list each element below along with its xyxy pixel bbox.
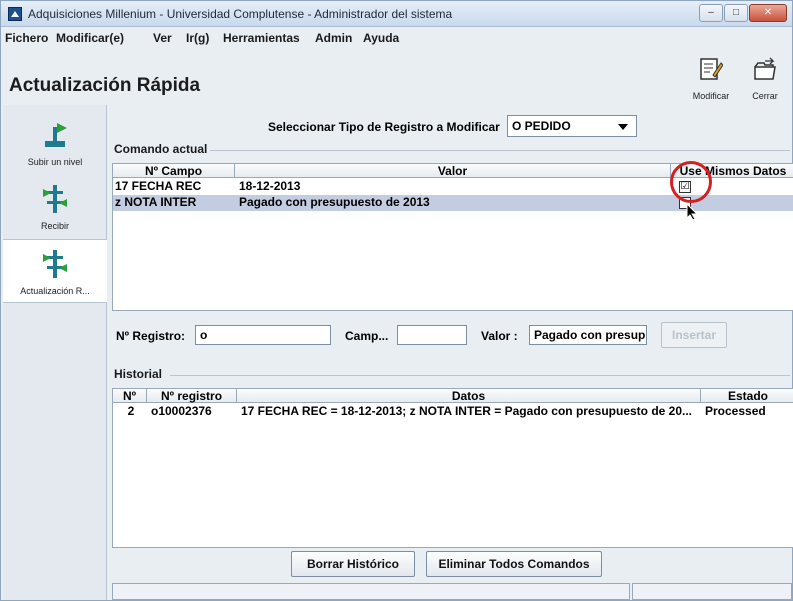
status-cell: Processed (705, 404, 766, 418)
maximize-button[interactable]: □ (724, 4, 748, 22)
menu-ayuda[interactable]: Ayuda (363, 31, 399, 45)
value-input[interactable]: Pagado con presup (529, 325, 647, 345)
sidebar-item-up-level[interactable]: Subir un nivel (3, 111, 107, 175)
delete-all-commands-button[interactable]: Eliminar Todos Comandos (426, 551, 602, 577)
highlight-circle (670, 161, 712, 203)
section-divider (210, 150, 790, 151)
section-divider (170, 375, 790, 376)
up-level-icon (45, 123, 67, 147)
field-cell: z NOTA INTER (115, 195, 197, 209)
close-window-button[interactable]: ✕ (749, 4, 787, 22)
menu-bar: Fichero Modificar(e) Ver Ir(g) Herramien… (1, 28, 792, 48)
column-header-num[interactable]: Nº (113, 389, 147, 403)
clear-history-button[interactable]: Borrar Histórico (291, 551, 415, 577)
column-header-data[interactable]: Datos (237, 389, 701, 403)
field-cell: 17 FECHA REC (115, 179, 202, 193)
page-title: Actualización Rápida (9, 75, 201, 96)
record-type-label: Seleccionar Tipo de Registro a Modificar (268, 120, 500, 134)
receive-icon (43, 185, 67, 213)
app-logo-icon (8, 7, 22, 21)
insert-button[interactable]: Insertar (661, 322, 727, 348)
column-header-field[interactable]: Nº Campo (113, 164, 235, 178)
chevron-down-icon (618, 124, 628, 130)
status-panel-right (632, 583, 792, 600)
value-cell: Pagado con presupuesto de 2013 (239, 195, 430, 209)
sidebar-item-label: Actualización R... (20, 286, 90, 296)
record-number-input[interactable]: o (195, 325, 331, 345)
title-bar: Adquisiciones Millenium - Universidad Co… (1, 1, 792, 27)
history-title: Historial (114, 367, 163, 381)
column-header-status[interactable]: Estado (701, 389, 793, 403)
current-command-title: Comando actual (114, 142, 208, 156)
menu-ir[interactable]: Ir(g) (186, 31, 209, 45)
menu-modificar[interactable]: Modificar(e) (56, 31, 124, 45)
column-header-record[interactable]: Nº registro (147, 389, 237, 403)
menu-admin[interactable]: Admin (315, 31, 352, 45)
app-window: Adquisiciones Millenium - Universidad Co… (0, 0, 793, 601)
sidebar-item-receive[interactable]: Recibir (3, 175, 107, 239)
sidebar-item-label: Subir un nivel (27, 157, 83, 167)
modify-label: Modificar (692, 91, 730, 101)
mouse-cursor-icon (686, 203, 698, 221)
data-cell: 17 FECHA REC = 18-12-2013; z NOTA INTER … (241, 404, 693, 418)
history-table: Nº Nº registro Datos Estado 2 o10002376 … (112, 388, 793, 548)
table-row[interactable]: 2 o10002376 17 FECHA REC = 18-12-2013; z… (113, 404, 793, 420)
num-cell: 2 (127, 404, 135, 418)
value-cell: 18-12-2013 (239, 179, 301, 193)
close-folder-icon (754, 57, 776, 80)
column-header-value[interactable]: Valor (235, 164, 671, 178)
close-button[interactable]: Cerrar (741, 55, 789, 101)
close-label: Cerrar (752, 91, 778, 101)
sidebar-item-label: Recibir (40, 221, 69, 231)
menu-herramientas[interactable]: Herramientas (223, 31, 300, 45)
window-title: Adquisiciones Millenium - Universidad Co… (28, 7, 453, 21)
status-panel-left (112, 583, 630, 600)
sidebar-item-quick-update[interactable]: Actualización R... (3, 239, 107, 303)
modify-icon (700, 58, 723, 80)
field-input[interactable] (397, 325, 467, 345)
menu-fichero[interactable]: Fichero (5, 31, 48, 45)
record-type-value: O PEDIDO (512, 119, 571, 133)
quick-update-icon (43, 250, 67, 278)
record-cell: o10002376 (151, 404, 212, 418)
table-header: Nº Nº registro Datos Estado (113, 389, 793, 403)
main-panel: Seleccionar Tipo de Registro a Modificar… (108, 105, 793, 600)
menu-ver[interactable]: Ver (153, 31, 172, 45)
minimize-button[interactable]: – (699, 4, 723, 22)
record-type-select[interactable]: O PEDIDO (507, 115, 637, 137)
modify-button[interactable]: Modificar (687, 55, 735, 101)
value-label: Valor : (481, 329, 518, 343)
field-label: Camp... (345, 329, 389, 343)
sidebar: Subir un nivel Recibir Actualización R..… (3, 105, 107, 600)
record-number-label: Nº Registro: (116, 329, 186, 343)
